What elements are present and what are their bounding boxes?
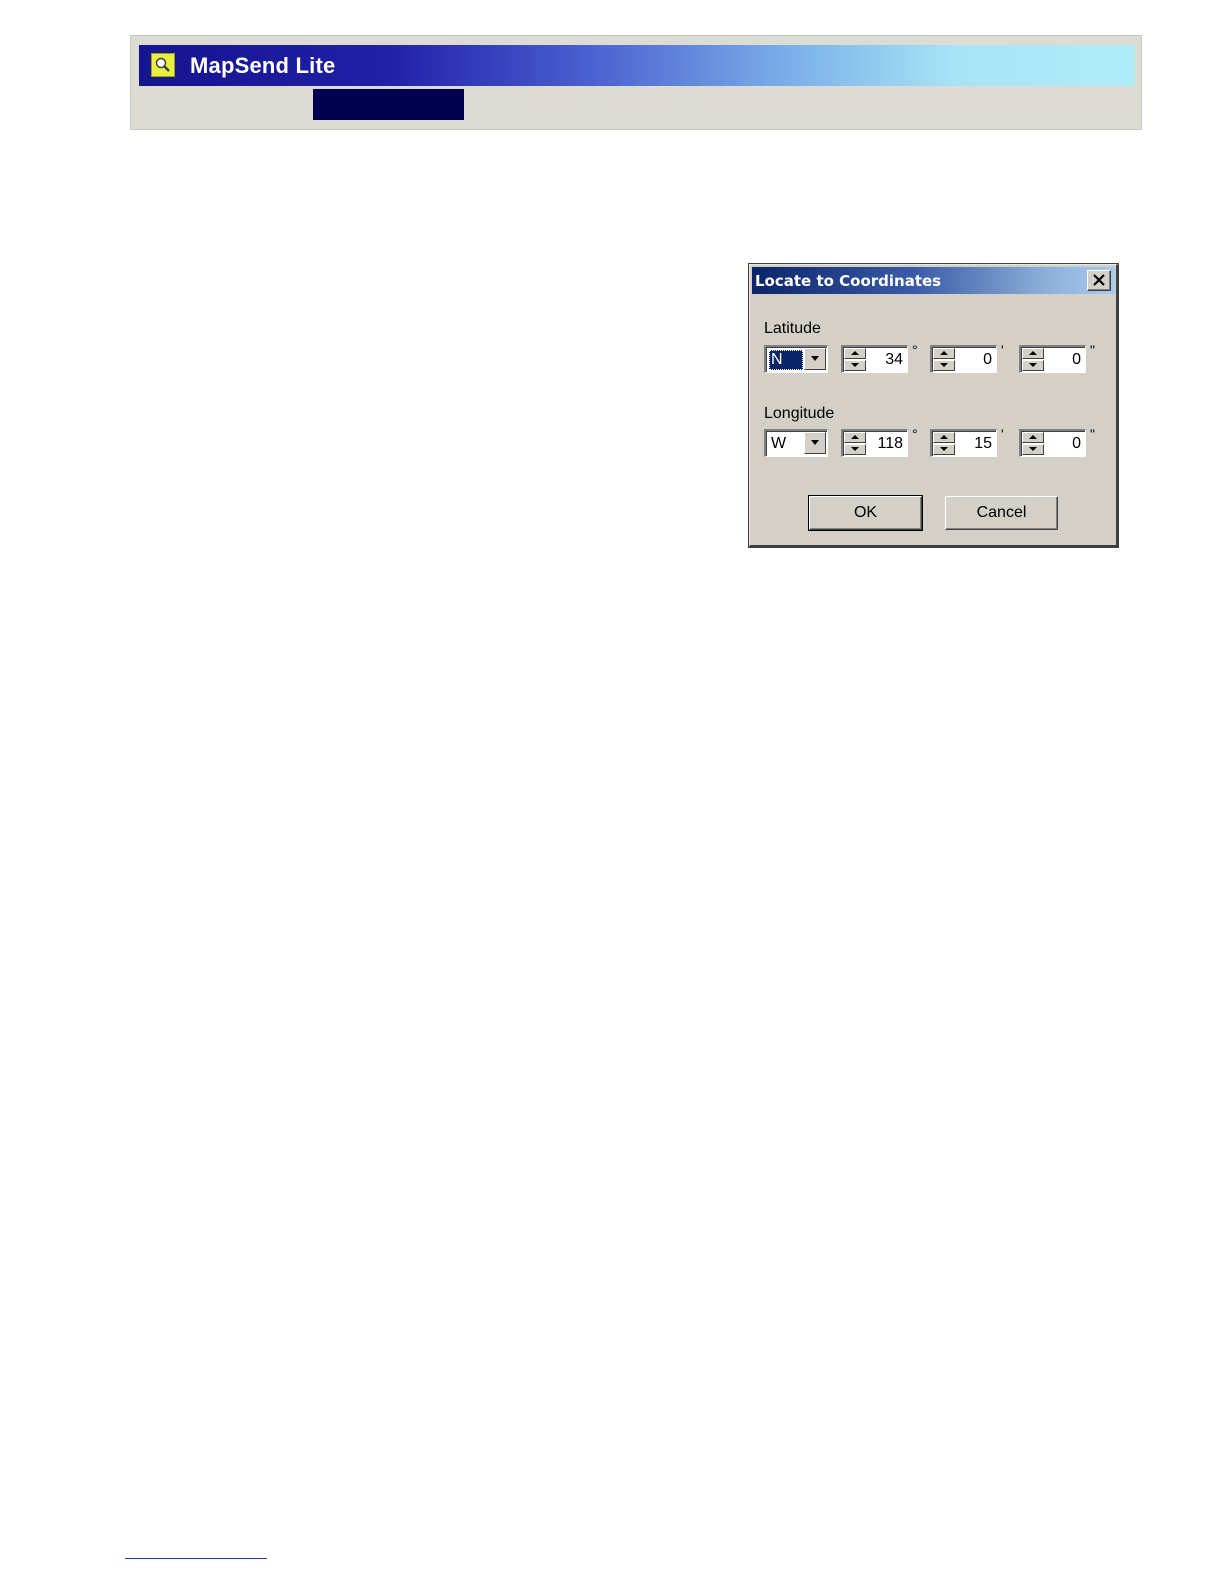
app-title: MapSend Lite [190,53,336,78]
latitude-degrees-value[interactable]: 34 [885,350,903,370]
longitude-seconds-value[interactable]: 0 [1072,434,1081,454]
spin-up-icon [851,435,859,439]
spin-up-icon [851,351,859,355]
longitude-hemisphere-value: W [771,435,787,452]
ok-button[interactable]: OK [808,495,923,531]
spin-up-icon [1029,351,1037,355]
spin-down-icon [940,447,948,451]
header-title-bar: MapSend Lite [139,45,1135,86]
spin-up-icon [1029,435,1037,439]
latitude-degrees-decrement[interactable] [844,360,866,371]
latitude-seconds-increment[interactable] [1022,348,1044,359]
latitude-seconds-decrement[interactable] [1022,360,1044,371]
longitude-degrees-spinner[interactable]: 118 [841,429,908,457]
latitude-degree-mark: ° [912,342,918,358]
longitude-minute-mark: ' [1001,426,1004,442]
spin-down-icon [1029,363,1037,367]
longitude-seconds-increment[interactable] [1022,432,1044,443]
latitude-degrees-spin-buttons [844,348,866,371]
spin-down-icon [1029,447,1037,451]
longitude-minutes-value[interactable]: 15 [974,434,992,454]
locate-coordinates-dialog: Locate to Coordinates Latitude N 34 ° 0 … [748,263,1119,548]
magnifier-icon [151,53,175,77]
latitude-degrees-spinner[interactable]: 34 [841,345,908,373]
latitude-seconds-spin-buttons [1022,348,1044,371]
longitude-degrees-value[interactable]: 118 [877,434,903,454]
latitude-hemisphere-dropdown-button[interactable] [804,348,826,370]
longitude-hemisphere-dropdown-button[interactable] [804,432,826,454]
close-button[interactable] [1087,270,1111,291]
longitude-minutes-decrement[interactable] [933,444,955,455]
latitude-minutes-spinner[interactable]: 0 [930,345,997,373]
longitude-degrees-increment[interactable] [844,432,866,443]
spin-down-icon [851,447,859,451]
latitude-second-mark: " [1090,342,1095,358]
longitude-minutes-spin-buttons [933,432,955,455]
longitude-seconds-spin-buttons [1022,432,1044,455]
longitude-minutes-increment[interactable] [933,432,955,443]
latitude-label: Latitude [764,320,821,337]
chevron-down-icon [811,440,819,445]
longitude-degrees-decrement[interactable] [844,444,866,455]
longitude-second-mark: " [1090,426,1095,442]
longitude-minutes-spinner[interactable]: 15 [930,429,997,457]
close-icon [1093,274,1105,286]
spin-down-icon [851,363,859,367]
latitude-degrees-increment[interactable] [844,348,866,359]
latitude-seconds-spinner[interactable]: 0 [1019,345,1086,373]
latitude-minutes-value[interactable]: 0 [983,350,992,370]
longitude-hemisphere-select[interactable]: W [764,429,828,457]
latitude-seconds-value[interactable]: 0 [1072,350,1081,370]
spin-up-icon [940,435,948,439]
latitude-hemisphere-value: N [769,350,803,370]
app-header-banner: MapSend Lite [130,35,1142,130]
spin-up-icon [940,351,948,355]
longitude-label: Longitude [764,405,835,422]
header-tab-block [313,89,464,120]
latitude-minute-mark: ' [1001,342,1004,358]
longitude-seconds-decrement[interactable] [1022,444,1044,455]
latitude-minutes-spin-buttons [933,348,955,371]
dialog-title: Locate to Coordinates [755,272,942,290]
longitude-degree-mark: ° [912,426,918,442]
latitude-hemisphere-select[interactable]: N [764,345,828,373]
dialog-titlebar[interactable]: Locate to Coordinates [752,267,1115,294]
footer-divider [125,1558,267,1559]
latitude-minutes-decrement[interactable] [933,360,955,371]
cancel-button[interactable]: Cancel [945,496,1058,530]
chevron-down-icon [811,356,819,361]
longitude-degrees-spin-buttons [844,432,866,455]
spin-down-icon [940,363,948,367]
latitude-minutes-increment[interactable] [933,348,955,359]
longitude-seconds-spinner[interactable]: 0 [1019,429,1086,457]
